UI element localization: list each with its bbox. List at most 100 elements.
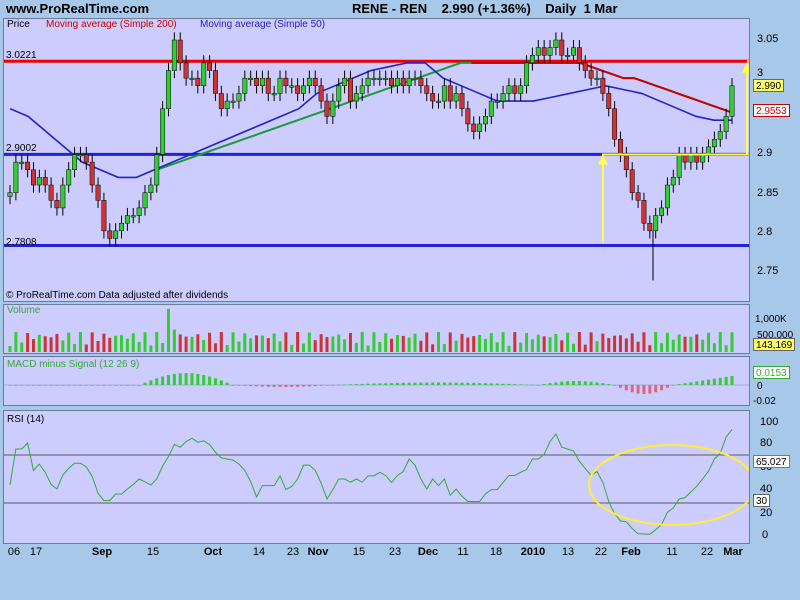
candle-body xyxy=(336,85,342,102)
macd-bar xyxy=(366,383,370,385)
candle-body xyxy=(676,154,682,178)
candle-body xyxy=(600,77,606,94)
macd-bar xyxy=(724,376,728,385)
macd-bar xyxy=(149,380,153,385)
volume-bar xyxy=(572,343,576,352)
macd-panel[interactable]: MACD minus Signal (12 26 9) xyxy=(3,356,750,406)
x-tick-label: Dec xyxy=(417,546,439,558)
volume-bar xyxy=(67,332,71,352)
site-title[interactable]: www.ProRealTime.com xyxy=(6,1,149,16)
macd-bar xyxy=(378,383,382,385)
macd-bar xyxy=(84,385,88,386)
candle-body xyxy=(465,108,471,125)
candle-body xyxy=(471,123,477,132)
candle-body xyxy=(541,47,547,56)
volume-bar xyxy=(131,333,135,352)
volume-bar xyxy=(354,342,358,352)
candle-body xyxy=(494,100,500,103)
macd-bar xyxy=(683,383,687,385)
macd-bar xyxy=(37,385,41,386)
volume-bar xyxy=(519,342,523,352)
macd-bar xyxy=(448,382,452,385)
volume-panel[interactable]: Volume xyxy=(3,304,750,354)
volume-bar xyxy=(419,340,423,352)
candle-body xyxy=(66,169,72,186)
volume-bar xyxy=(437,332,441,352)
volume-bar xyxy=(660,343,664,352)
candle-body xyxy=(136,207,142,216)
volume-bar xyxy=(671,339,675,352)
macd-bar xyxy=(560,381,564,385)
candle-body xyxy=(518,85,524,94)
macd-bar xyxy=(530,384,534,386)
volume-bar xyxy=(583,344,587,352)
x-tick-label: 11 xyxy=(457,546,469,558)
volume-bar xyxy=(542,336,546,352)
macd-bar xyxy=(108,385,112,386)
macd-bar xyxy=(466,382,470,385)
macd-bar xyxy=(166,375,170,385)
candle-body xyxy=(306,77,312,87)
macd-bar xyxy=(26,385,30,386)
candle-body xyxy=(430,93,436,102)
volume-bar xyxy=(184,336,188,352)
volume-bar xyxy=(114,335,118,352)
candle-body xyxy=(606,93,612,109)
volume-bar xyxy=(49,337,53,352)
candle-body xyxy=(535,47,541,56)
candle-body xyxy=(441,85,447,102)
volume-bar xyxy=(178,334,182,352)
candle-body xyxy=(265,77,271,94)
candle-body xyxy=(212,70,218,94)
volume-bar xyxy=(202,339,206,352)
copyright-footer: © ProRealTime.com Data adjusted after di… xyxy=(6,290,229,301)
macd-bar xyxy=(660,385,664,391)
macd-tick-neg: -0.02 xyxy=(753,396,776,407)
volume-bar xyxy=(613,335,617,352)
volume-bar xyxy=(313,340,317,352)
volume-bar xyxy=(20,342,24,352)
price-panel[interactable]: Price Moving average (Simple 200) Moving… xyxy=(3,18,750,302)
macd-bar xyxy=(278,385,282,387)
macd-bar xyxy=(73,385,77,386)
candle-body xyxy=(207,62,213,71)
macd-bar xyxy=(607,384,611,385)
rsi-panel[interactable]: RSI (14) xyxy=(3,410,750,544)
volume-bar xyxy=(501,332,505,352)
macd-bar xyxy=(566,381,570,385)
macd-bar xyxy=(589,381,593,385)
volume-bar xyxy=(566,332,570,352)
macd-bar xyxy=(284,385,288,387)
volume-bar xyxy=(90,332,94,352)
macd-bar xyxy=(583,381,587,385)
volume-bar xyxy=(237,341,241,352)
macd-bar xyxy=(648,385,652,394)
volume-bar xyxy=(442,344,446,352)
macd-bar xyxy=(125,385,129,386)
macd-bar xyxy=(472,382,476,385)
macd-bar xyxy=(542,384,546,385)
macd-bar xyxy=(96,385,100,386)
candle-body xyxy=(365,77,371,87)
volume-bar xyxy=(31,339,35,352)
volume-bar xyxy=(43,336,47,352)
volume-bar xyxy=(196,334,200,352)
macd-bar xyxy=(249,385,253,387)
ma200-value-box: 2.9553 xyxy=(753,104,790,117)
volume-bar xyxy=(548,337,552,352)
macd-tick-0: 0 xyxy=(757,381,763,392)
candle-body xyxy=(424,85,430,94)
volume-bar xyxy=(665,332,669,352)
volume-bar xyxy=(96,340,100,352)
volume-bar xyxy=(272,333,276,352)
macd-bar xyxy=(401,382,405,385)
macd-bar xyxy=(61,385,65,386)
candle-body xyxy=(218,93,224,109)
volume-bar xyxy=(401,335,405,352)
macd-bar xyxy=(671,385,675,386)
macd-bar xyxy=(319,385,323,386)
candle-body xyxy=(148,184,154,193)
macd-bar xyxy=(525,384,529,386)
candle-body xyxy=(42,177,48,186)
macd-bar xyxy=(701,380,705,385)
